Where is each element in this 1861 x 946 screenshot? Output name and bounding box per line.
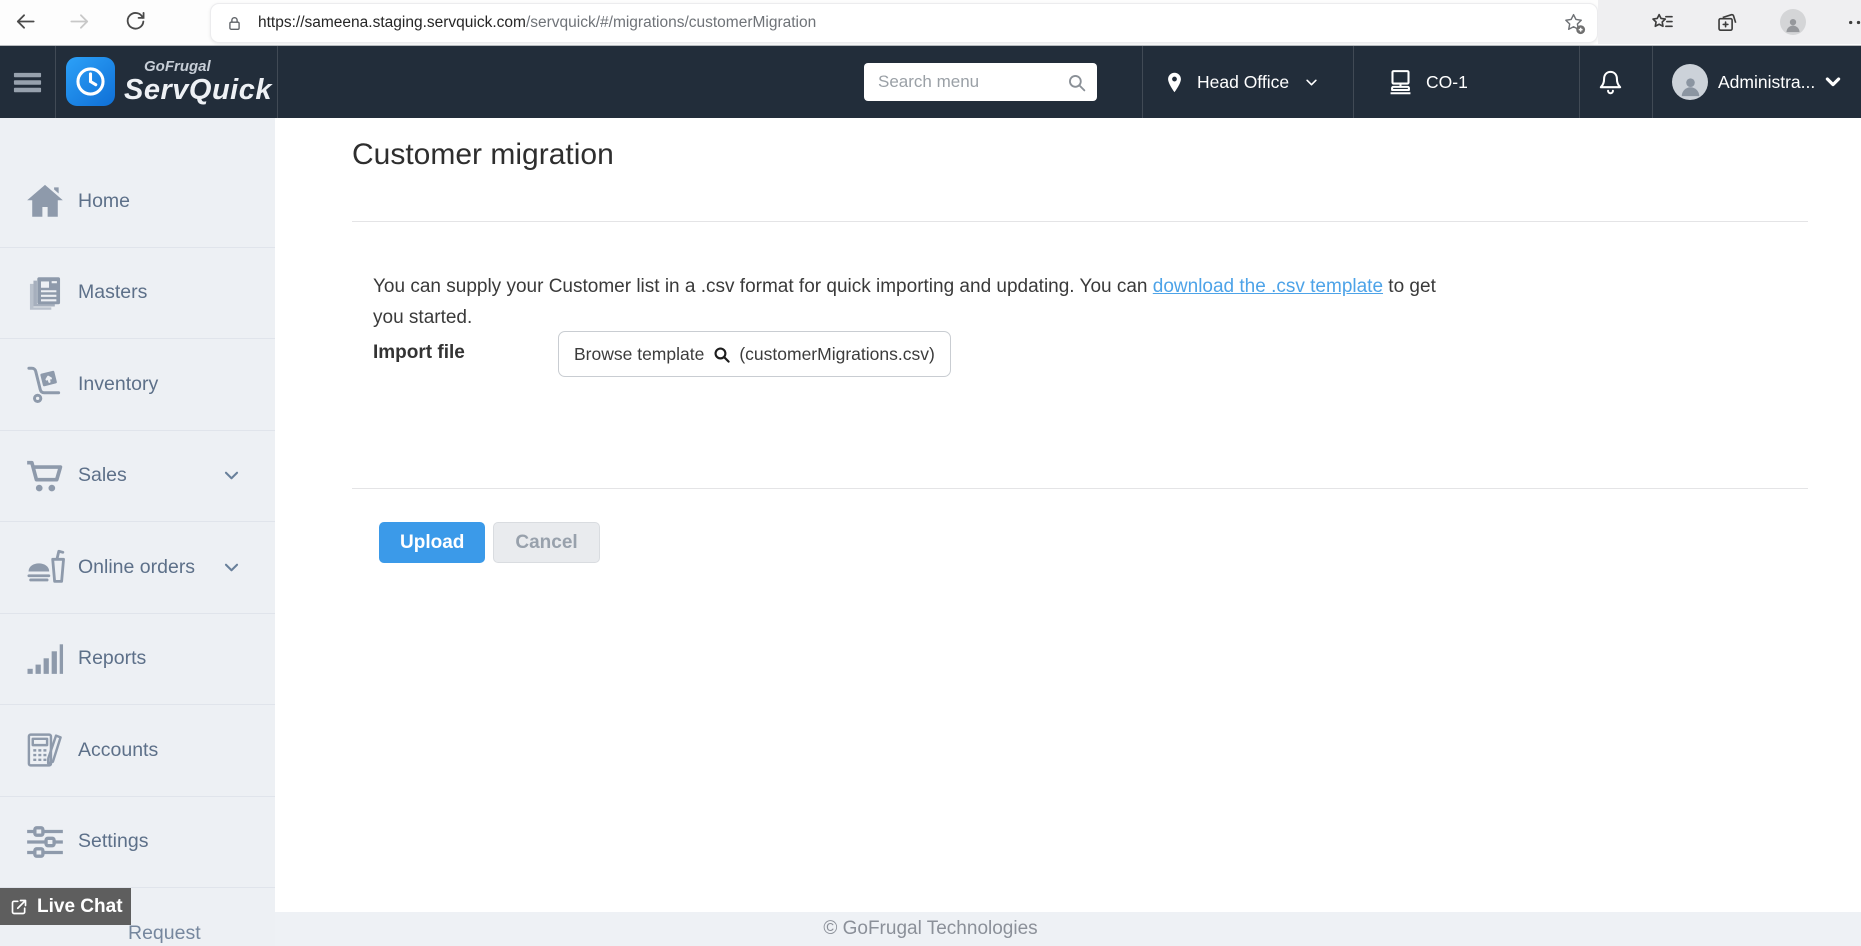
form-actions: Upload Cancel bbox=[379, 522, 600, 563]
profile-icon bbox=[1783, 15, 1803, 35]
url-domain: https://sameena.staging.servquick.com bbox=[258, 14, 526, 31]
favorites-bar-icon[interactable] bbox=[1650, 10, 1675, 35]
external-link-icon bbox=[9, 897, 29, 917]
browser-actions bbox=[1598, 0, 1861, 44]
intro-before: You can supply your Customer list in a .… bbox=[373, 276, 1153, 297]
user-avatar-icon bbox=[1672, 64, 1708, 100]
cancel-button[interactable]: Cancel bbox=[493, 522, 600, 563]
sidebar-item-reports[interactable]: Reports bbox=[0, 614, 275, 705]
navbar-divider bbox=[1652, 46, 1653, 118]
brand-gofrugal: GoFrugal bbox=[144, 57, 211, 75]
pos-terminal-icon bbox=[1385, 67, 1416, 98]
collections-icon[interactable] bbox=[1715, 10, 1740, 35]
home-icon bbox=[24, 180, 66, 222]
page-footer: © GoFrugal Technologies bbox=[0, 912, 1861, 946]
main-content: Customer migration You can supply your C… bbox=[275, 118, 1861, 912]
import-file-row: Import file Browse template (customerMig… bbox=[373, 331, 951, 377]
chevron-down-icon bbox=[1824, 73, 1842, 91]
servquick-logo-icon bbox=[66, 57, 115, 106]
reports-icon bbox=[24, 638, 66, 680]
menu-search-box[interactable] bbox=[864, 63, 1097, 101]
upload-button[interactable]: Upload bbox=[379, 522, 486, 563]
terminal-name: CO-1 bbox=[1426, 71, 1468, 92]
terminal-selector[interactable]: CO-1 bbox=[1385, 46, 1468, 118]
navbar-divider bbox=[277, 46, 278, 118]
online-orders-icon bbox=[24, 546, 66, 588]
brand-text: GoFrugal ServQuick bbox=[124, 59, 272, 105]
inventory-icon bbox=[24, 363, 66, 405]
live-chat-button[interactable]: Live Chat bbox=[0, 888, 131, 925]
accounts-icon bbox=[24, 729, 66, 771]
search-input[interactable] bbox=[876, 71, 1066, 93]
masters-icon bbox=[24, 272, 66, 314]
user-name: Administra... bbox=[1718, 71, 1816, 92]
browser-address-bar[interactable]: https://sameena.staging.servquick.com/se… bbox=[210, 3, 1598, 43]
sidebar-item-inventory[interactable]: Inventory bbox=[0, 339, 275, 431]
browser-profile-avatar[interactable] bbox=[1780, 9, 1806, 35]
import-file-label: Import file bbox=[373, 342, 465, 363]
browser-back-icon[interactable] bbox=[14, 10, 37, 33]
chevron-down-icon[interactable] bbox=[222, 466, 241, 485]
caret-down-icon bbox=[1304, 75, 1319, 90]
search-icon[interactable] bbox=[1066, 72, 1087, 93]
sales-icon bbox=[24, 455, 66, 497]
sidebar-item-settings[interactable]: Settings bbox=[0, 797, 275, 888]
browse-button-filename: (customerMigrations.csv) bbox=[739, 343, 935, 364]
intro-text: You can supply your Customer list in a .… bbox=[373, 271, 1455, 333]
sidebar-item-masters[interactable]: Masters bbox=[0, 248, 275, 339]
navbar-divider bbox=[1579, 46, 1580, 118]
sidebar-item-sales[interactable]: Sales bbox=[0, 431, 275, 522]
hamburger-menu-icon[interactable] bbox=[12, 67, 43, 98]
brand-servquick: ServQuick bbox=[124, 73, 272, 106]
sidebar-item-accounts[interactable]: Accounts bbox=[0, 705, 275, 797]
sidebar-nav: Home Masters Inventory Sales Online orde… bbox=[0, 118, 275, 946]
notifications-bell-icon[interactable] bbox=[1596, 67, 1625, 98]
navbar-divider bbox=[1353, 46, 1354, 118]
settings-icon bbox=[24, 821, 66, 863]
person-icon bbox=[1677, 73, 1704, 100]
add-favorite-icon[interactable] bbox=[1562, 11, 1587, 36]
url-path: /servquick/#/migrations/customerMigratio… bbox=[525, 14, 817, 31]
browser-refresh-icon[interactable] bbox=[124, 10, 147, 33]
browser-more-icon[interactable] bbox=[1846, 10, 1861, 35]
navbar-divider bbox=[1142, 46, 1143, 118]
browse-template-button[interactable]: Browse template (customerMigrations.csv) bbox=[558, 331, 951, 377]
navbar-divider bbox=[55, 46, 56, 118]
url-text: https://sameena.staging.servquick.com/se… bbox=[258, 14, 816, 32]
live-chat-label: Live Chat bbox=[37, 895, 123, 917]
copyright-text: © GoFrugal Technologies bbox=[823, 918, 1038, 939]
location-pin-icon bbox=[1163, 68, 1186, 97]
screen: https://sameena.staging.servquick.com/se… bbox=[0, 0, 1861, 946]
content-divider bbox=[352, 488, 1808, 489]
user-menu[interactable]: Administra... bbox=[1672, 46, 1842, 118]
browser-toolbar: https://sameena.staging.servquick.com/se… bbox=[0, 0, 1861, 46]
browse-button-label: Browse template bbox=[574, 343, 705, 364]
download-csv-template-link[interactable]: download the .csv template bbox=[1153, 276, 1383, 297]
app-logo[interactable]: GoFrugal ServQuick bbox=[66, 57, 272, 106]
store-name: Head Office bbox=[1197, 71, 1290, 92]
search-icon bbox=[712, 345, 731, 364]
browser-forward-icon[interactable] bbox=[68, 10, 91, 33]
page-title: Customer migration bbox=[352, 138, 614, 171]
content-divider bbox=[352, 221, 1808, 222]
store-selector[interactable]: Head Office bbox=[1163, 46, 1319, 118]
app-navbar: GoFrugal ServQuick Head Office CO-1 Admi… bbox=[0, 46, 1861, 118]
sidebar-item-online-orders[interactable]: Online orders bbox=[0, 522, 275, 614]
sidebar-item-home[interactable]: Home bbox=[0, 156, 275, 248]
lock-icon[interactable] bbox=[225, 14, 244, 33]
chevron-down-icon[interactable] bbox=[222, 558, 241, 577]
